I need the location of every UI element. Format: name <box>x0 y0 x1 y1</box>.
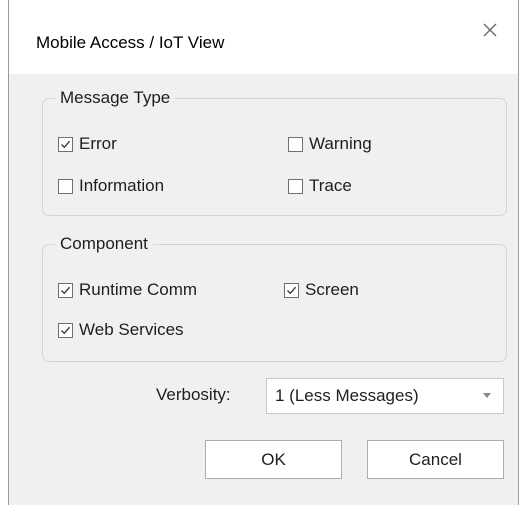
ok-button[interactable]: OK <box>205 440 342 479</box>
close-button[interactable] <box>476 16 504 44</box>
title-bar: Mobile Access / IoT View <box>9 0 518 74</box>
message-type-legend: Message Type <box>55 87 176 109</box>
checkbox-runtime-comm[interactable]: Runtime Comm <box>58 279 197 301</box>
checkbox-runtime-comm-label: Runtime Comm <box>79 280 198 299</box>
checkbox-information-label: Information <box>79 176 165 195</box>
checkmark-icon <box>61 140 71 148</box>
checkbox-error-label: Error <box>79 134 117 153</box>
verbosity-value: 1 (Less Messages) <box>275 386 419 405</box>
component-legend: Component <box>55 233 153 255</box>
window-title: Mobile Access / IoT View <box>36 33 225 52</box>
checkbox-screen-box[interactable] <box>284 282 299 298</box>
checkbox-runtime-comm-box[interactable] <box>58 282 73 298</box>
checkmark-icon <box>61 326 71 334</box>
checkbox-warning-box[interactable] <box>288 136 303 152</box>
checkbox-information[interactable]: Information <box>58 175 164 197</box>
checkbox-web-services[interactable]: Web Services <box>58 319 184 341</box>
checkbox-screen[interactable]: Screen <box>284 279 359 301</box>
checkbox-web-services-box[interactable] <box>58 322 73 338</box>
checkbox-warning-label: Warning <box>309 134 372 153</box>
component-group: Component Runtime Comm Screen Web Servic… <box>42 233 507 362</box>
checkbox-screen-label: Screen <box>305 280 359 299</box>
dialog-window: Mobile Access / IoT View Message Type Er… <box>8 0 519 505</box>
checkbox-error-box[interactable] <box>58 136 73 152</box>
checkbox-trace[interactable]: Trace <box>288 175 352 197</box>
cancel-button[interactable]: Cancel <box>367 440 504 479</box>
close-icon <box>483 23 497 37</box>
verbosity-label: Verbosity: <box>156 385 231 404</box>
checkbox-trace-box[interactable] <box>288 178 303 194</box>
checkmark-icon <box>287 286 297 294</box>
checkmark-icon <box>61 286 71 294</box>
checkbox-trace-label: Trace <box>309 176 352 195</box>
verbosity-select[interactable]: 1 (Less Messages) <box>266 378 504 414</box>
checkbox-information-box[interactable] <box>58 178 73 194</box>
message-type-group: Message Type Error Warning Information T… <box>42 87 507 216</box>
chevron-down-icon <box>483 393 491 398</box>
checkbox-web-services-label: Web Services <box>79 320 184 339</box>
checkbox-warning[interactable]: Warning <box>288 133 372 155</box>
checkbox-error[interactable]: Error <box>58 133 117 155</box>
